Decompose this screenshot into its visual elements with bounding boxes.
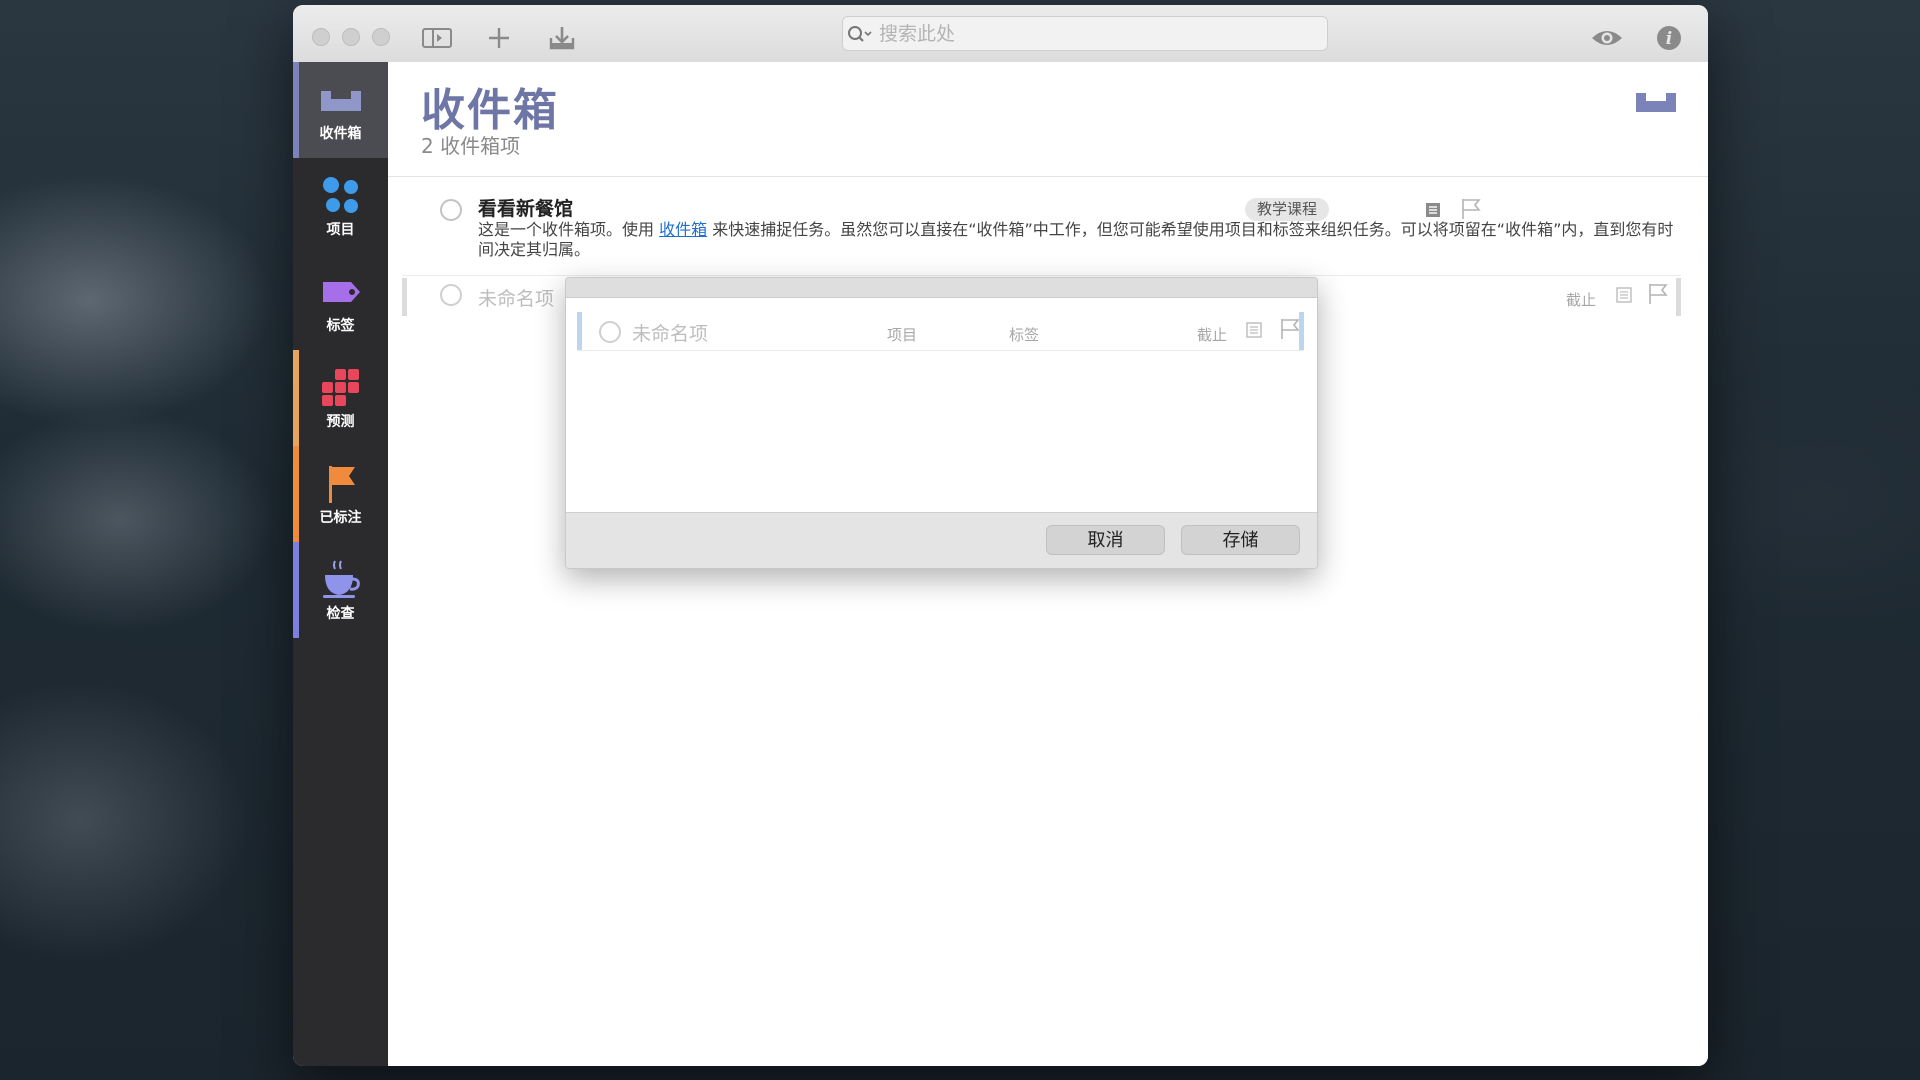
flag-outline-icon[interactable] [1280, 318, 1300, 344]
flag-icon [324, 461, 358, 507]
quick-entry-icon[interactable] [546, 23, 578, 53]
forecast-icon [321, 365, 361, 411]
task-row[interactable]: 看看新餐馆 教学课程 这是一个收件箱项。使用 收件箱 来快速捕捉任务。虽然您可以… [388, 190, 1708, 286]
inbox-icon [320, 77, 361, 123]
search-input[interactable] [877, 21, 1327, 46]
task-note: 这是一个收件箱项。使用 收件箱 来快速捕捉任务。虽然您可以直接在“收件箱”中工作… [478, 220, 1688, 260]
inbox-accent-bar [293, 62, 299, 158]
save-button[interactable]: 存储 [1181, 525, 1300, 555]
project-field[interactable]: 项目 [887, 324, 917, 345]
sidebar-item-flagged[interactable]: 已标注 [293, 446, 388, 542]
page-title: 收件箱 [421, 85, 559, 136]
quick-entry-dialog: 未命名项 项目 标签 截止 取消 存储 [565, 277, 1318, 569]
toolbar: i [293, 5, 1708, 63]
view-options-icon[interactable] [1591, 23, 1623, 53]
task-tag[interactable]: 教学课程 [1245, 198, 1330, 221]
due-field[interactable]: 截止 [1197, 324, 1227, 345]
cancel-button[interactable]: 取消 [1046, 525, 1165, 555]
due-label[interactable]: 截止 [1566, 289, 1596, 310]
item-count: 2 收件箱项 [421, 134, 521, 158]
row-edge [577, 312, 582, 350]
note-text: 这是一个收件箱项。使用 [478, 220, 660, 239]
tags-field[interactable]: 标签 [1009, 324, 1039, 345]
search-icon [843, 17, 877, 50]
task-checkbox[interactable] [599, 321, 621, 343]
sidebar-item-label: 已标注 [319, 510, 362, 526]
search-field[interactable] [842, 16, 1328, 51]
sidebar-item-label: 预测 [326, 414, 355, 430]
task-title[interactable]: 看看新餐馆 [478, 194, 573, 221]
sidebar-item-label: 收件箱 [319, 126, 362, 142]
review-icon [321, 557, 361, 603]
review-accent-bar [293, 542, 299, 638]
sidebar-item-review[interactable]: 检查 [293, 542, 388, 638]
forecast-accent-bar [293, 350, 299, 446]
perspective-header: 收件箱 2 收件箱项 [388, 62, 1708, 177]
inbox-icon [1636, 90, 1676, 118]
zoom-window-button[interactable] [372, 28, 390, 46]
task-title-input[interactable]: 未命名项 [632, 319, 708, 346]
sidebar-item-label: 检查 [326, 606, 355, 622]
task-checkbox[interactable] [440, 199, 462, 221]
projects-icon [322, 173, 360, 219]
sidebar-item-inbox[interactable]: 收件箱 [293, 62, 388, 158]
inbox-link[interactable]: 收件箱 [659, 220, 707, 239]
sidebar-item-label: 项目 [326, 222, 355, 238]
row-edge [1299, 312, 1304, 350]
dialog-task-row[interactable]: 未命名项 项目 标签 截止 [577, 312, 1304, 351]
sidebar-item-label: 标签 [326, 318, 355, 334]
sidebar-toggle-icon[interactable] [421, 23, 453, 53]
svg-text:i: i [1666, 29, 1672, 49]
minimize-window-button[interactable] [342, 28, 360, 46]
row-edge [402, 278, 407, 316]
sidebar-item-tags[interactable]: 标签 [293, 254, 388, 350]
note-icon[interactable] [1425, 202, 1441, 222]
dialog-footer: 取消 存储 [566, 512, 1317, 568]
dialog-titlebar[interactable] [566, 278, 1317, 298]
row-edge [1676, 278, 1681, 316]
close-window-button[interactable] [312, 28, 330, 46]
tag-icon [321, 269, 361, 315]
flag-outline-icon[interactable] [1648, 283, 1668, 309]
note-outline-icon[interactable] [1616, 287, 1632, 307]
flagged-accent-bar [293, 446, 299, 542]
info-icon[interactable]: i [1653, 23, 1685, 53]
perspective-sidebar: 收件箱 项目 标签 预测 已标注 检查 [293, 62, 388, 1066]
note-outline-icon[interactable] [1246, 322, 1262, 342]
sidebar-item-projects[interactable]: 项目 [293, 158, 388, 254]
task-checkbox[interactable] [440, 284, 462, 306]
add-icon[interactable] [483, 23, 515, 53]
sidebar-item-forecast[interactable]: 预测 [293, 350, 388, 446]
task-title-placeholder[interactable]: 未命名项 [478, 284, 554, 311]
